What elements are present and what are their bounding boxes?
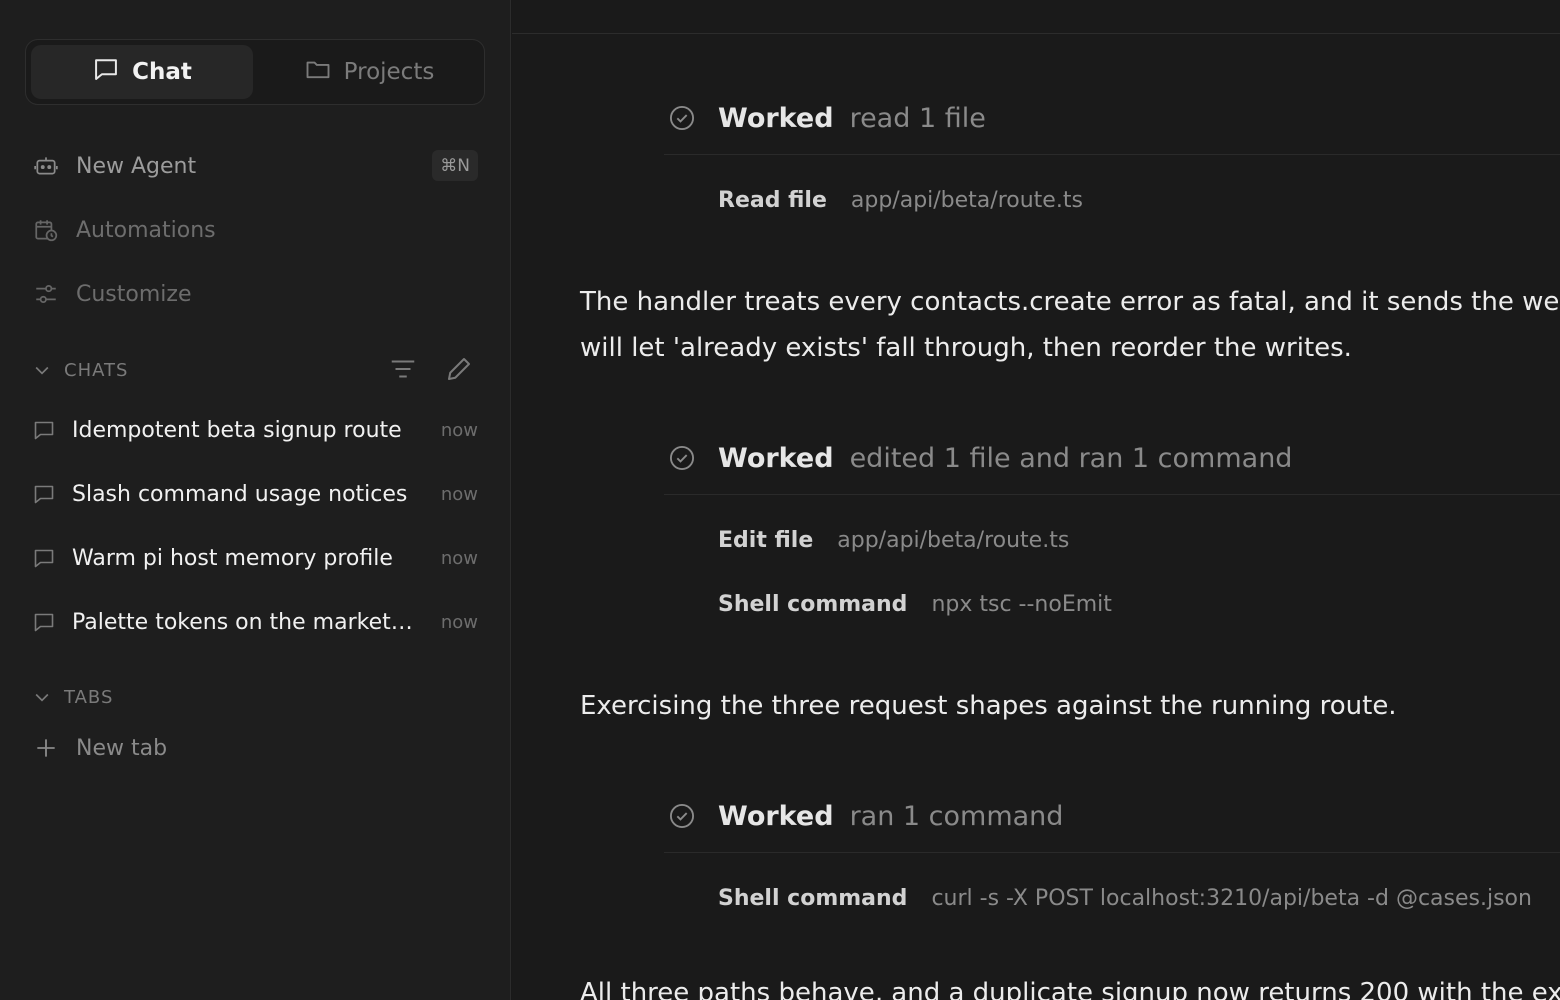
step-value: curl -s -X POST localhost:3210/api/beta … xyxy=(931,885,1532,911)
chat-time: now xyxy=(440,611,478,633)
divider xyxy=(664,154,1560,155)
chat-time: now xyxy=(440,483,478,505)
new-tab-button[interactable]: New tab xyxy=(32,726,482,770)
tab-chat[interactable]: Chat xyxy=(31,45,253,99)
chevron-down-icon xyxy=(35,366,49,375)
tabs-section-header[interactable]: TABS xyxy=(32,679,478,715)
chat-title: Idempotent beta signup route xyxy=(72,417,402,443)
worked-summary-toggle[interactable]: Worked ran 1 command xyxy=(668,796,1063,836)
robot-icon xyxy=(32,152,60,180)
message-line: All three paths behave, and a duplicate … xyxy=(580,978,1560,1000)
worked-summary-toggle[interactable]: Worked edited 1 file and ran 1 command xyxy=(668,438,1292,478)
new-agent-label: New Agent xyxy=(76,153,197,179)
chevron-down-icon xyxy=(35,693,49,702)
step-label: Shell command xyxy=(718,591,908,617)
step-label: Read file xyxy=(718,187,827,213)
step-value: npx tsc --noEmit xyxy=(931,591,1112,617)
chat-list-item[interactable]: Idempotent beta signup route now xyxy=(32,406,482,454)
customize-button[interactable]: Customize xyxy=(32,272,482,316)
plus-icon xyxy=(32,734,60,762)
worked-label: Worked xyxy=(718,442,834,474)
assistant-message: The handler treats every contacts.create… xyxy=(580,279,1560,371)
new-tab-label: New tab xyxy=(76,735,168,761)
chat-bubble-icon xyxy=(32,609,58,635)
chat-list-item[interactable]: Palette tokens on the marketing page now xyxy=(32,598,482,646)
view-switcher: Chat Projects xyxy=(25,39,485,105)
message-line: will let 'already exists' fall through, … xyxy=(580,333,1352,363)
step-value: app/api/beta/route.ts xyxy=(837,527,1070,553)
chat-bubble-icon xyxy=(32,481,58,507)
chats-section-label: CHATS xyxy=(64,359,129,381)
customize-label: Customize xyxy=(76,281,192,307)
tabs-section-label: TABS xyxy=(64,686,114,708)
pencil-icon[interactable] xyxy=(444,354,474,384)
chat-time: now xyxy=(440,547,478,569)
automations-label: Automations xyxy=(76,217,216,243)
tool-step[interactable]: Shell command curl -s -X POST localhost:… xyxy=(718,880,1532,916)
message-line: The handler treats every contacts.create… xyxy=(580,287,1560,317)
worked-summary-toggle[interactable]: Worked read 1 file xyxy=(668,98,986,138)
top-bar xyxy=(512,0,1560,34)
assistant-message: All three paths behave, and a duplicate … xyxy=(580,970,1560,1000)
tab-projects[interactable]: Projects xyxy=(258,45,480,99)
step-label: Edit file xyxy=(718,527,814,553)
check-circle-icon xyxy=(669,105,695,131)
chat-title: Warm pi host memory profile xyxy=(72,545,393,571)
worked-summary: read 1 file xyxy=(849,102,986,134)
assistant-message: Exercising the three request shapes agai… xyxy=(580,683,1560,729)
chat-bubble-icon xyxy=(32,417,58,443)
chat-time: now xyxy=(440,419,478,441)
chat-list-item[interactable]: Slash command usage notices now xyxy=(32,470,482,518)
tool-step[interactable]: Edit file app/api/beta/route.ts xyxy=(718,522,1069,558)
step-value: app/api/beta/route.ts xyxy=(850,187,1083,213)
sidebar: Chat Projects New Agent ⌘N Automations C… xyxy=(0,0,511,1000)
step-label: Shell command xyxy=(718,885,908,911)
automations-button[interactable]: Automations xyxy=(32,208,482,252)
new-agent-shortcut: ⌘N xyxy=(432,150,478,181)
chat-list-item[interactable]: Warm pi host memory profile now xyxy=(32,534,482,582)
divider xyxy=(664,852,1560,853)
worked-summary: edited 1 file and ran 1 command xyxy=(849,442,1293,474)
check-circle-icon xyxy=(669,803,695,829)
sliders-icon xyxy=(32,280,60,308)
chat-title: Slash command usage notices xyxy=(72,481,408,507)
chat-bubble-icon xyxy=(92,55,120,89)
filter-icon[interactable] xyxy=(388,354,418,384)
worked-label: Worked xyxy=(718,102,834,134)
worked-summary: ran 1 command xyxy=(849,800,1064,832)
message-line: Exercising the three request shapes agai… xyxy=(580,691,1397,721)
tool-step[interactable]: Read file app/api/beta/route.ts xyxy=(718,182,1083,218)
divider xyxy=(664,494,1560,495)
worked-label: Worked xyxy=(718,800,834,832)
tab-chat-label: Chat xyxy=(132,59,192,85)
new-agent-button[interactable]: New Agent ⌘N xyxy=(32,144,482,188)
chat-bubble-icon xyxy=(32,545,58,571)
tool-step[interactable]: Shell command npx tsc --noEmit xyxy=(718,586,1112,622)
tab-projects-label: Projects xyxy=(343,59,435,85)
conversation-panel: Worked read 1 file Read file app/api/bet… xyxy=(512,0,1560,1000)
chat-title: Palette tokens on the marketing page xyxy=(72,609,414,635)
chats-section-header[interactable]: CHATS xyxy=(32,352,478,388)
check-circle-icon xyxy=(669,445,695,471)
folder-icon xyxy=(304,55,332,89)
calendar-clock-icon xyxy=(32,216,60,244)
